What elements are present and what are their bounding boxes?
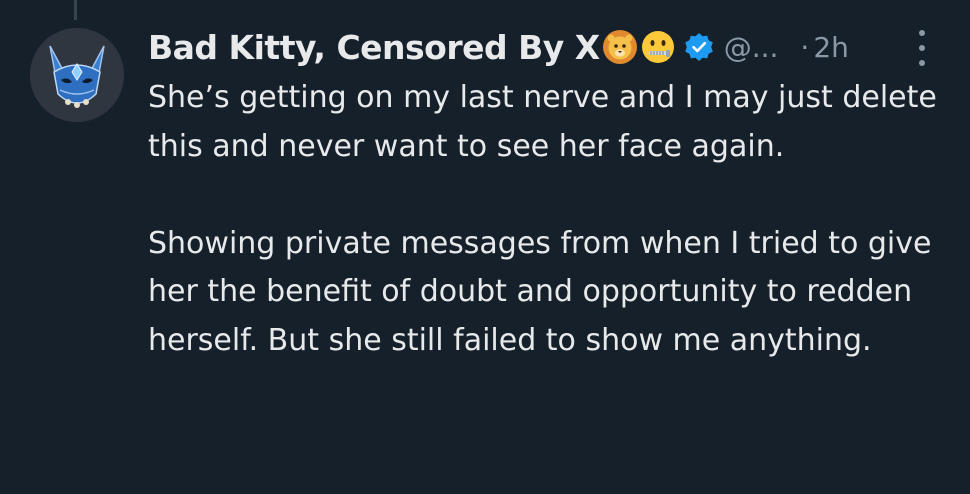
more-dot xyxy=(919,30,925,36)
lion-face-icon xyxy=(602,29,638,65)
more-dot xyxy=(919,60,925,66)
tweet-paragraph: Showing private messages from when I tri… xyxy=(148,225,932,358)
tweet-text: She’s getting on my last nerve and I may… xyxy=(148,74,948,365)
tweet-timestamp[interactable]: 2h xyxy=(813,31,849,64)
more-options-icon[interactable] xyxy=(912,30,932,66)
tweet-paragraph: She’s getting on my last nerve and I may… xyxy=(148,80,937,164)
thread-connector-line xyxy=(74,0,77,20)
more-dot xyxy=(919,45,925,51)
tweet-header: Bad Kitty, Censored By X @... · 2h xyxy=(148,22,849,72)
cat-mask-icon xyxy=(30,28,124,122)
separator-dot: · xyxy=(800,30,810,64)
display-name[interactable]: Bad Kitty, Censored By X xyxy=(148,28,600,67)
verified-badge-icon[interactable] xyxy=(684,32,714,62)
avatar[interactable] xyxy=(30,28,124,122)
user-handle[interactable]: @... xyxy=(724,31,779,64)
zipper-mouth-face-icon xyxy=(640,29,676,65)
